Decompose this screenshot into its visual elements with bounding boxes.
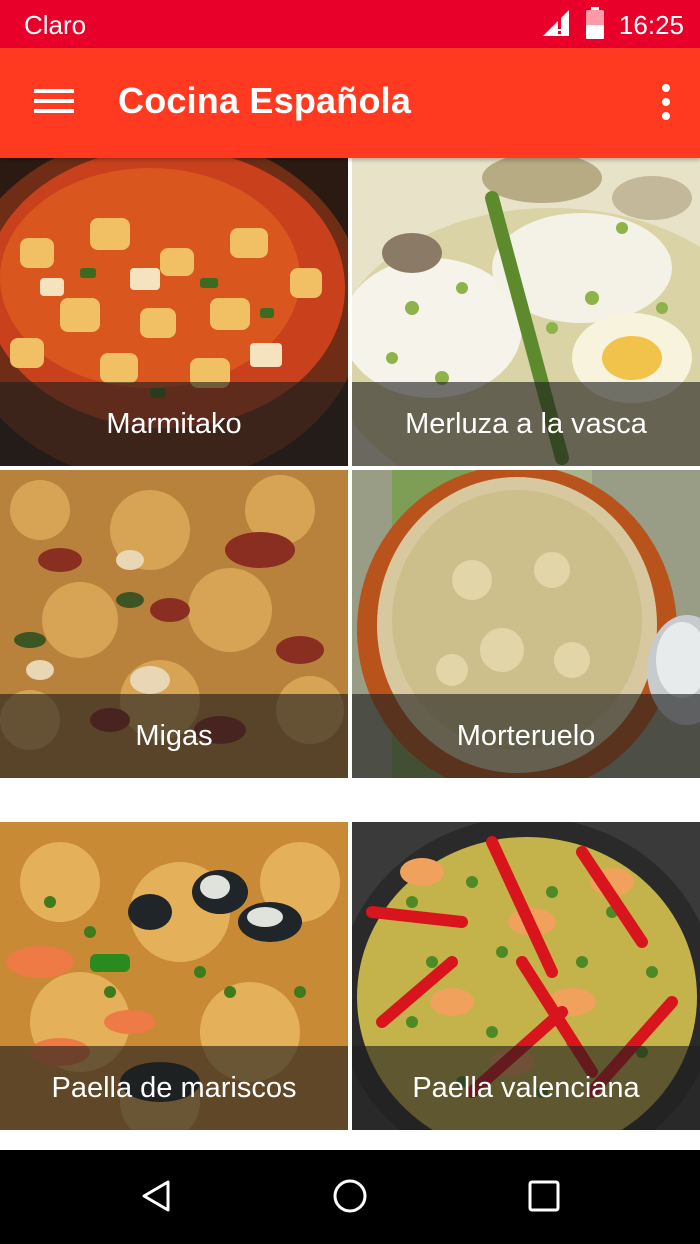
recipe-title: Migas [0,694,348,778]
recipe-grid: Marmitako Merluza a la vasca Migas Morte… [0,158,700,1150]
recents-button[interactable] [514,1168,574,1228]
status-icons: 16:25 [541,6,684,45]
home-button[interactable] [320,1168,380,1228]
clock: 16:25 [618,9,684,40]
recipe-tile-marmitako[interactable]: Marmitako [0,158,348,466]
recipe-title: Paella de mariscos [0,1046,348,1130]
back-triangle-icon [138,1178,174,1219]
menu-icon [34,87,74,120]
screen: Claro 16:25 Cocina Española Marmitako Me… [0,0,700,1244]
recipe-title: Morteruelo [352,694,700,778]
app-title: Cocina Española [118,80,412,121]
app-bar: Cocina Española [0,48,700,158]
recipe-tile-migas[interactable]: Migas [0,470,348,778]
recipe-tile-merluza-a-la-vasca[interactable]: Merluza a la vasca [352,158,700,466]
recipe-title: Paella valenciana [352,1046,700,1130]
menu-button[interactable] [22,74,86,132]
more-vert-icon [661,83,671,125]
recipe-tile-paella-valenciana[interactable]: Paella valenciana [352,822,700,1130]
recipe-tile-morteruelo[interactable]: Morteruelo [352,470,700,778]
home-circle-icon [331,1177,369,1220]
recipe-tile-paella-de-mariscos[interactable]: Paella de mariscos [0,822,348,1130]
status-bar: Claro 16:25 [0,0,700,48]
recents-square-icon [527,1179,561,1218]
signal-icon [541,8,571,43]
carrier-name: Claro [24,10,87,40]
back-button[interactable] [126,1168,186,1228]
recipe-title: Merluza a la vasca [352,382,700,466]
overflow-menu-button[interactable] [652,78,680,130]
battery-icon [585,6,605,45]
recipe-title: Marmitako [0,382,348,466]
navigation-bar [0,1150,700,1244]
